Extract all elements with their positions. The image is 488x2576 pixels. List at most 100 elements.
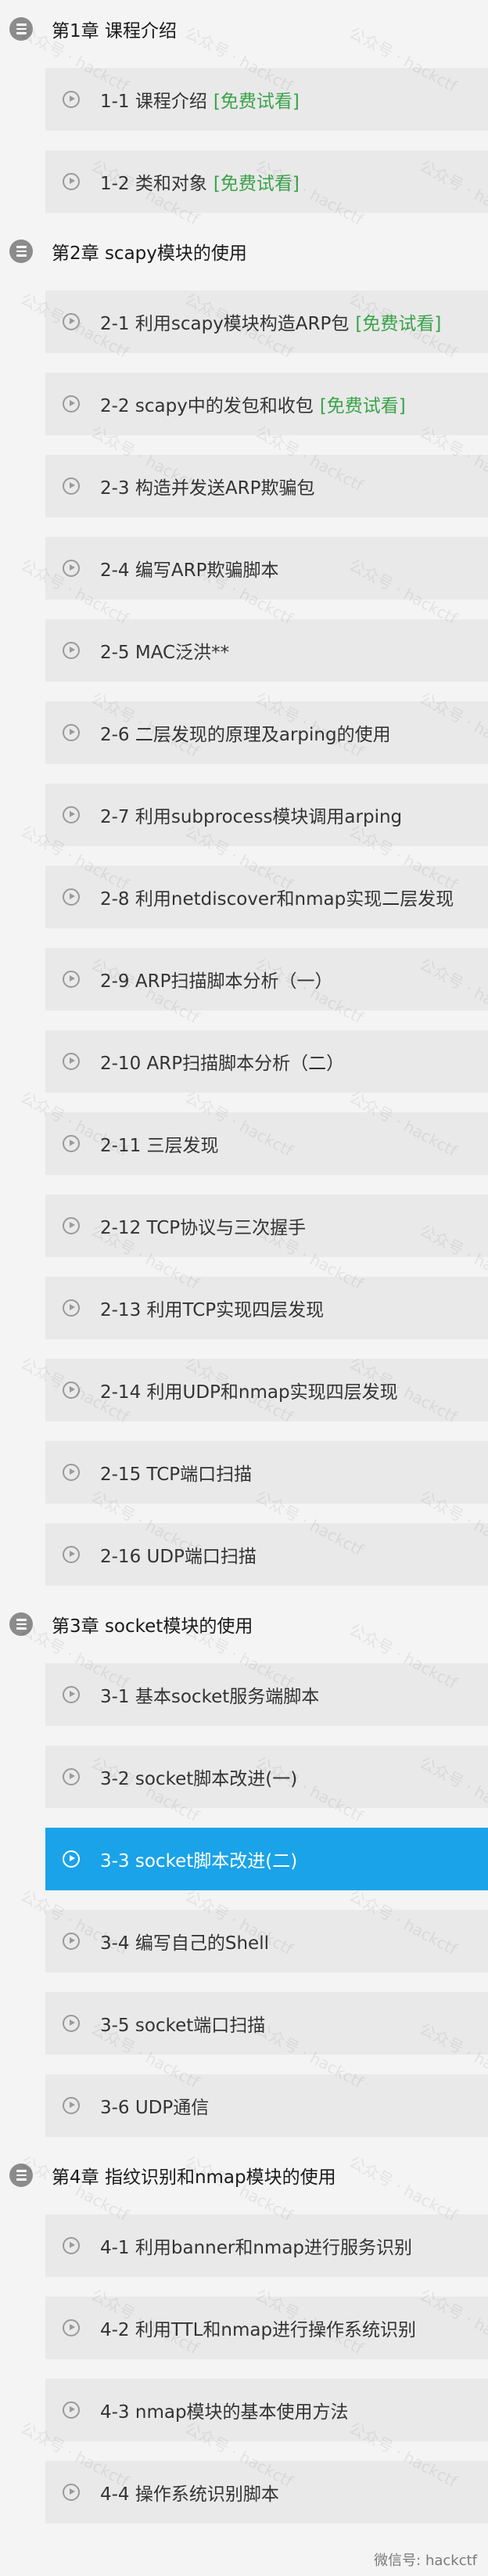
lesson-title: 3-3 socket脚本改进(二) <box>100 1850 298 1872</box>
list-icon <box>9 1612 33 1636</box>
lesson-row: 2-15 TCP端口扫描 <box>0 1431 488 1513</box>
lesson-item[interactable]: 1-1 课程介绍 [免费试看] <box>45 67 488 131</box>
lesson-title: 2-12 TCP协议与三次握手 <box>100 1217 307 1238</box>
lesson-item[interactable]: 2-2 scapy中的发包和收包 [免费试看] <box>45 372 488 435</box>
lesson-row: 3-1 基本socket服务端脚本 <box>0 1653 488 1735</box>
lesson-row: 1-1 课程介绍 [免费试看] <box>0 58 488 140</box>
lesson-title: 2-5 MAC泛洪** <box>100 642 230 663</box>
play-circle-icon <box>63 1216 80 1234</box>
free-preview-tag[interactable]: [免费试看] <box>214 168 300 195</box>
play-circle-icon <box>63 641 80 659</box>
play-circle-icon <box>63 90 80 108</box>
lesson-title: 2-7 利用subprocess模块调用arping <box>100 806 403 827</box>
lesson-item[interactable]: 4-2 利用TTL和nmap进行操作系统识别 <box>45 2296 488 2359</box>
lesson-row: 3-5 socket端口扫描 <box>0 1982 488 2064</box>
play-circle-icon <box>63 1932 80 1950</box>
lesson-title: 4-2 利用TTL和nmap进行操作系统识别 <box>100 2319 417 2340</box>
lesson-row: 2-6 二层发现的原理及arping的使用 <box>0 691 488 773</box>
lesson-item[interactable]: 4-3 nmap模块的基本使用方法 <box>45 2378 488 2441</box>
play-circle-icon <box>63 888 80 906</box>
play-circle-icon <box>63 1685 80 1703</box>
chapter-header[interactable]: 第2章 scapy模块的使用 <box>0 222 488 280</box>
chapter-header[interactable]: 第4章 指纹识别和nmap模块的使用 <box>0 2146 488 2204</box>
lesson-item-active[interactable]: 3-3 socket脚本改进(二) <box>45 1827 488 1890</box>
lesson-title: 2-2 scapy中的发包和收包 <box>100 395 314 416</box>
lesson-title: 2-9 ARP扫描脚本分析（一） <box>100 971 333 992</box>
lesson-item[interactable]: 4-4 操作系统识别脚本 <box>45 2460 488 2524</box>
lesson-item[interactable]: 2-3 构造并发送ARP欺骗包 <box>45 454 488 517</box>
lesson-item[interactable]: 2-16 UDP端口扫描 <box>45 1522 488 1586</box>
course-outline: 第1章 课程介绍 1-1 课程介绍 [免费试看] 1-2 类和对象 [免费试看] 第2章 … <box>0 0 488 2533</box>
lesson-title: 2-15 TCP端口扫描 <box>100 1464 253 1485</box>
lesson-title: 4-3 nmap模块的基本使用方法 <box>100 2401 349 2423</box>
chapter-title: 第1章 课程介绍 <box>52 21 177 41</box>
lesson-item[interactable]: 2-8 利用netdiscover和nmap实现二层发现 <box>45 865 488 928</box>
lesson-item[interactable]: 3-4 编写自己的Shell <box>45 1909 488 1973</box>
lesson-title: 4-1 利用banner和nmap进行服务识别 <box>100 2237 413 2258</box>
lesson-row: 2-9 ARP扫描脚本分析（一） <box>0 938 488 1020</box>
lesson-item[interactable]: 1-2 类和对象 [免费试看] <box>45 150 488 213</box>
lesson-item[interactable]: 2-5 MAC泛洪** <box>45 618 488 682</box>
lesson-title: 2-10 ARP扫描脚本分析（二） <box>100 1053 345 1074</box>
chapter-title: 第4章 指纹识别和nmap模块的使用 <box>52 2167 336 2188</box>
lesson-title: 2-13 利用TCP实现四层发现 <box>100 1299 325 1320</box>
lesson-row: 4-1 利用banner和nmap进行服务识别 <box>0 2204 488 2286</box>
lesson-item[interactable]: 3-6 UDP通信 <box>45 2073 488 2137</box>
chapter-header[interactable]: 第1章 课程介绍 <box>0 0 488 58</box>
lesson-title: 1-1 课程介绍 <box>100 91 207 112</box>
play-circle-icon <box>63 1545 80 1563</box>
lesson-row: 2-13 利用TCP实现四层发现 <box>0 1266 488 1349</box>
lesson-item[interactable]: 4-1 利用banner和nmap进行服务识别 <box>45 2214 488 2277</box>
free-preview-tag[interactable]: [免费试看] <box>355 308 441 335</box>
lesson-item[interactable]: 2-7 利用subprocess模块调用arping <box>45 783 488 846</box>
lesson-item[interactable]: 2-6 二层发现的原理及arping的使用 <box>45 701 488 764</box>
play-circle-icon <box>63 2483 80 2501</box>
lesson-item[interactable]: 2-12 TCP协议与三次握手 <box>45 1194 488 1257</box>
play-circle-icon <box>63 1381 80 1399</box>
lesson-item[interactable]: 3-2 socket脚本改进(一) <box>45 1745 488 1808</box>
lesson-item[interactable]: 2-4 编写ARP欺骗脚本 <box>45 536 488 600</box>
lesson-title: 1-2 类和对象 <box>100 173 207 194</box>
lesson-title: 3-4 编写自己的Shell <box>100 1933 269 1954</box>
free-preview-tag[interactable]: [免费试看] <box>320 391 406 417</box>
lesson-row: 2-5 MAC泛洪** <box>0 609 488 691</box>
lesson-row: 3-4 编写自己的Shell <box>0 1900 488 1982</box>
lesson-title: 2-8 利用netdiscover和nmap实现二层发现 <box>100 888 454 910</box>
lesson-item[interactable]: 2-1 利用scapy模块构造ARP包 [免费试看] <box>45 290 488 353</box>
lesson-row: 3-6 UDP通信 <box>0 2064 488 2146</box>
play-circle-icon <box>63 395 80 413</box>
play-circle-icon <box>63 2401 80 2419</box>
lesson-item[interactable]: 2-11 三层发现 <box>45 1111 488 1175</box>
chapter-header[interactable]: 第3章 socket模块的使用 <box>0 1595 488 1653</box>
lesson-title: 4-4 操作系统识别脚本 <box>100 2484 279 2505</box>
lesson-row: 2-14 利用UDP和nmap实现四层发现 <box>0 1349 488 1431</box>
lesson-item[interactable]: 2-13 利用TCP实现四层发现 <box>45 1276 488 1339</box>
lesson-item[interactable]: 3-1 基本socket服务端脚本 <box>45 1663 488 1726</box>
lesson-item[interactable]: 2-10 ARP扫描脚本分析（二） <box>45 1029 488 1093</box>
list-icon <box>9 240 33 263</box>
lesson-title: 2-14 利用UDP和nmap实现四层发现 <box>100 1382 398 1403</box>
list-icon <box>9 17 33 41</box>
play-circle-icon <box>63 1767 80 1785</box>
play-circle-icon <box>63 312 80 330</box>
lesson-title: 3-5 socket端口扫描 <box>100 2015 266 2036</box>
play-circle-icon <box>63 1463 80 1481</box>
free-preview-tag[interactable]: [免费试看] <box>214 86 300 113</box>
lesson-item[interactable]: 3-5 socket端口扫描 <box>45 1991 488 2055</box>
lesson-row: 2-16 UDP端口扫描 <box>0 1513 488 1595</box>
play-circle-icon <box>63 805 80 823</box>
footer-watermark: 微信号: hackctf <box>374 2553 477 2569</box>
lesson-item[interactable]: 2-9 ARP扫描脚本分析（一） <box>45 947 488 1011</box>
lesson-row: 4-2 利用TTL和nmap进行操作系统识别 <box>0 2286 488 2369</box>
lesson-row: 2-3 构造并发送ARP欺骗包 <box>0 445 488 527</box>
lesson-row: 4-3 nmap模块的基本使用方法 <box>0 2369 488 2451</box>
lesson-item[interactable]: 2-15 TCP端口扫描 <box>45 1440 488 1504</box>
lesson-row: 3-3 socket脚本改进(二) <box>0 1818 488 1900</box>
play-circle-icon <box>63 559 80 577</box>
lesson-item[interactable]: 2-14 利用UDP和nmap实现四层发现 <box>45 1358 488 1421</box>
lesson-title: 2-3 构造并发送ARP欺骗包 <box>100 477 315 499</box>
lesson-row: 4-4 操作系统识别脚本 <box>0 2451 488 2533</box>
play-circle-icon <box>63 172 80 190</box>
lesson-title: 2-6 二层发现的原理及arping的使用 <box>100 724 391 745</box>
play-circle-icon <box>63 2014 80 2032</box>
